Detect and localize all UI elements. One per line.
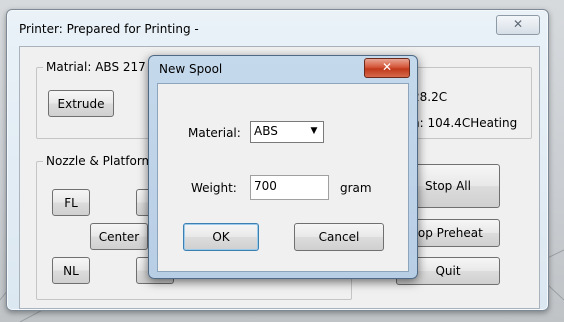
window-title: Printer: Prepared for Printing - [19, 22, 199, 36]
dialog-close-button[interactable]: ✕ [364, 58, 410, 78]
material-label: Material: [188, 126, 241, 140]
chevron-down-icon[interactable]: ▼ [307, 124, 321, 138]
dialog-content: Material: ABS ▼ Weight: 700 gram OK Canc… [157, 83, 409, 272]
nozzle-group-label: Nozzle & Platform [43, 154, 157, 168]
material-group-label: Matrial: ABS 217 [43, 60, 149, 74]
weight-unit-label: gram [340, 181, 372, 195]
material-select-value: ABS [254, 124, 278, 138]
fl-button[interactable]: FL [52, 189, 90, 216]
weight-label: Weight: [191, 181, 237, 195]
extrude-button[interactable]: Extrude [48, 90, 114, 117]
window-close-button[interactable]: ✕ [496, 15, 540, 35]
dialog-title: New Spool [159, 62, 223, 76]
ok-button[interactable]: OK [183, 223, 259, 251]
material-select[interactable]: ABS ▼ [250, 121, 324, 143]
cancel-button[interactable]: Cancel [294, 223, 384, 251]
nl-button[interactable]: NL [52, 257, 90, 284]
weight-input[interactable]: 700 [250, 175, 329, 200]
temperature-reading-2: n: 104.4CHeating [412, 116, 518, 130]
center-button[interactable]: Center [90, 223, 148, 250]
new-spool-dialog: New Spool ✕ Material: ABS ▼ Weight: 700 … [148, 55, 418, 279]
